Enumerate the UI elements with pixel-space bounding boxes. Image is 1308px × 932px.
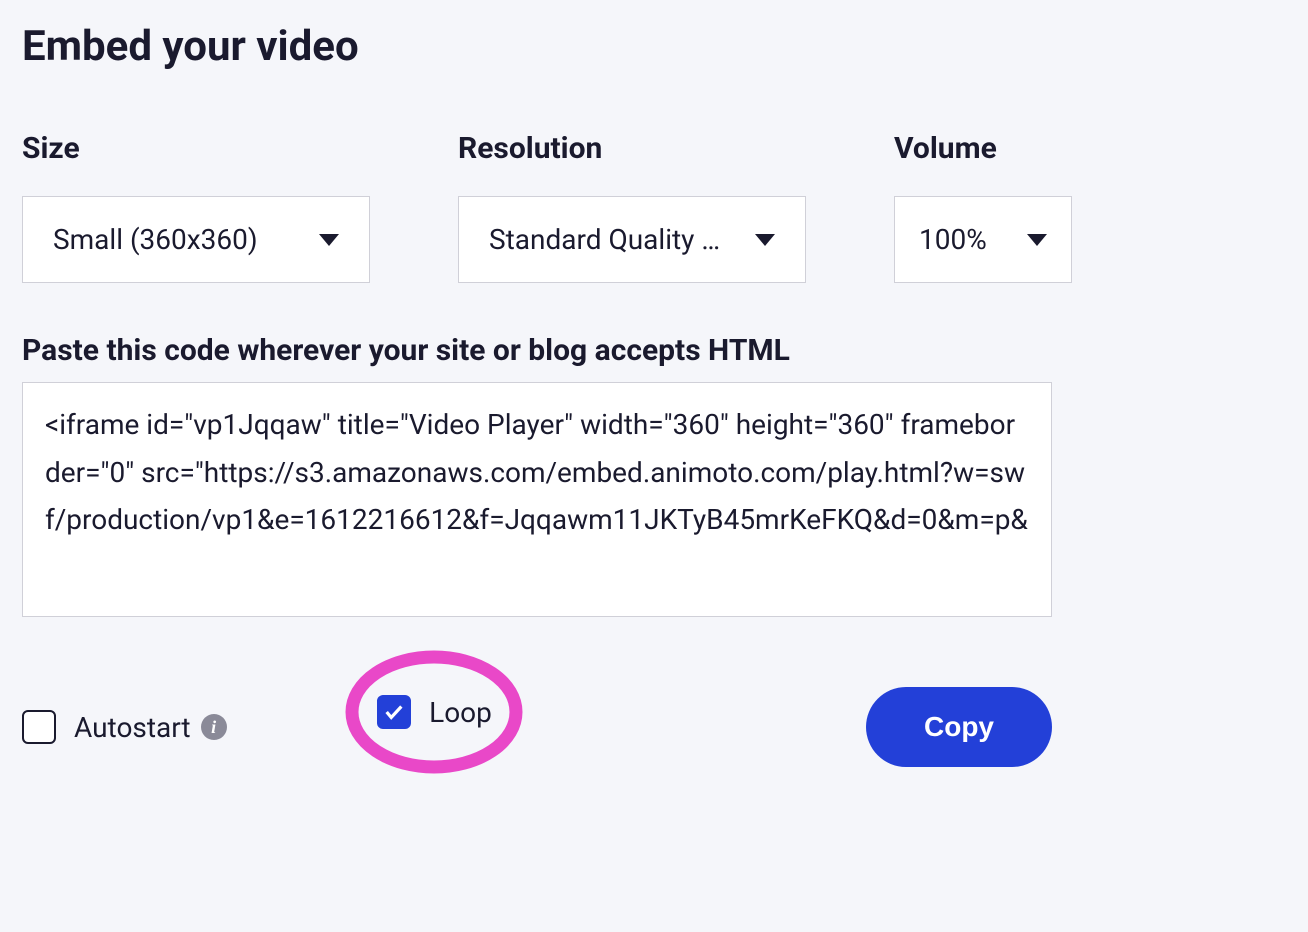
loop-checkbox[interactable] <box>377 695 411 729</box>
size-label: Size <box>22 131 370 166</box>
resolution-select[interactable]: Standard Quality (... <box>458 196 806 283</box>
caret-down-icon <box>755 234 775 246</box>
volume-value: 100% <box>919 223 987 256</box>
embed-code-textarea[interactable]: <iframe id="vp1Jqqaw" title="Video Playe… <box>22 382 1052 617</box>
size-value: Small (360x360) <box>53 223 258 256</box>
size-select[interactable]: Small (360x360) <box>22 196 370 283</box>
resolution-value: Standard Quality (... <box>489 223 725 256</box>
volume-label: Volume <box>894 131 1072 166</box>
volume-select[interactable]: 100% <box>894 196 1072 283</box>
info-icon[interactable]: i <box>201 714 227 740</box>
caret-down-icon <box>1027 234 1047 246</box>
volume-control-group: Volume 100% <box>894 131 1072 283</box>
controls-row: Size Small (360x360) Resolution Standard… <box>22 131 1286 283</box>
copy-button[interactable]: Copy <box>866 687 1052 767</box>
autostart-label: Autostart <box>74 711 191 744</box>
loop-label: Loop <box>429 696 492 729</box>
bottom-row: Autostart i Loop Copy <box>22 687 1052 767</box>
resolution-control-group: Resolution Standard Quality (... <box>458 131 806 283</box>
autostart-group: Autostart i <box>22 710 227 744</box>
autostart-checkbox[interactable] <box>22 710 56 744</box>
resolution-label: Resolution <box>458 131 806 166</box>
code-label: Paste this code wherever your site or bl… <box>22 333 1286 368</box>
caret-down-icon <box>319 234 339 246</box>
page-title: Embed your video <box>22 22 1286 71</box>
loop-checkbox-group[interactable]: Loop <box>377 695 492 729</box>
size-control-group: Size Small (360x360) <box>22 131 370 283</box>
loop-annotation-container: Loop <box>342 647 527 777</box>
autostart-checkbox-group[interactable]: Autostart <box>22 710 191 744</box>
